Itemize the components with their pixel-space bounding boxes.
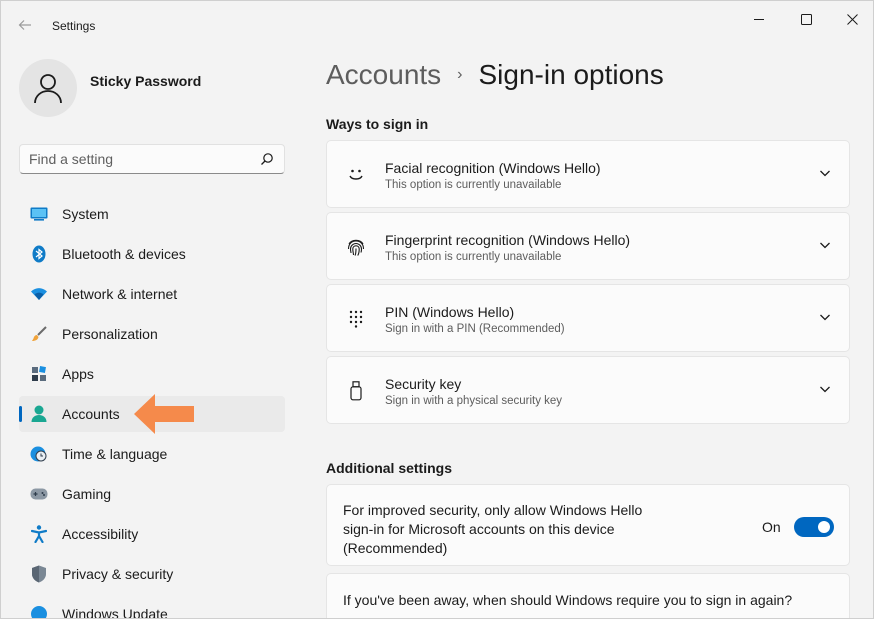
sidebar-item-accessibility[interactable]: Accessibility (19, 516, 285, 552)
search-icon[interactable] (260, 152, 274, 166)
chevron-down-icon (820, 386, 830, 393)
sidebar-item-privacy[interactable]: Privacy & security (19, 556, 285, 592)
sidebar-item-time-language[interactable]: Time & language (19, 436, 285, 472)
require-sign-in-setting[interactable]: If you've been away, when should Windows… (326, 573, 850, 618)
back-button[interactable] (13, 13, 37, 37)
security-key-option[interactable]: Security key Sign in with a physical sec… (326, 356, 850, 424)
option-subtitle: This option is currently unavailable (385, 251, 562, 263)
controller-icon (29, 484, 49, 504)
user-profile[interactable]: Sticky Password (19, 59, 201, 117)
wifi-icon (29, 284, 49, 304)
option-title: Facial recognition (Windows Hello) (385, 160, 601, 176)
maximize-icon (800, 13, 812, 25)
page-title: Sign-in options (478, 59, 664, 90)
option-title: Fingerprint recognition (Windows Hello) (385, 232, 631, 248)
minimize-button[interactable] (737, 5, 781, 33)
breadcrumb-separator: › (457, 66, 463, 83)
sidebar-item-label: Network & internet (62, 286, 178, 302)
windows-hello-only-setting: For improved security, only allow Window… (326, 484, 850, 566)
brush-icon (29, 324, 49, 344)
system-icon (29, 204, 49, 224)
accessibility-icon (29, 524, 49, 544)
user-icon (34, 74, 62, 104)
close-button[interactable] (830, 5, 873, 33)
title-bar: Settings (1, 1, 873, 49)
sidebar-item-label: Privacy & security (62, 566, 174, 582)
setting-description: If you've been away, when should Windows… (343, 592, 793, 608)
usb-key-icon (345, 379, 367, 403)
sidebar-item-label: Accounts (62, 406, 120, 422)
back-arrow-icon (18, 20, 31, 30)
sidebar-item-personalization[interactable]: Personalization (19, 316, 285, 352)
chevron-down-icon (820, 170, 830, 177)
windows-hello-only-toggle[interactable] (794, 517, 834, 537)
sidebar-item-label: Personalization (62, 326, 158, 342)
annotation-arrow-icon (134, 394, 194, 434)
face-icon (345, 163, 367, 187)
ways-to-sign-in-heading: Ways to sign in (326, 116, 429, 132)
app-title: Settings (52, 19, 96, 33)
update-icon (29, 604, 49, 618)
sidebar-item-windows-update[interactable]: Windows Update (19, 596, 285, 619)
sidebar-item-label: System (62, 206, 109, 222)
breadcrumb-accounts-link[interactable]: Accounts (326, 59, 441, 91)
accounts-icon (29, 404, 49, 424)
chevron-down-icon (820, 242, 830, 249)
option-subtitle: Sign in with a physical security key (385, 395, 563, 407)
search-box[interactable] (19, 144, 285, 174)
sidebar-item-label: Accessibility (62, 526, 139, 542)
sidebar-item-label: Windows Update (62, 606, 168, 619)
sidebar-item-gaming[interactable]: Gaming (19, 476, 285, 512)
additional-settings-heading: Additional settings (326, 460, 452, 476)
option-title: PIN (Windows Hello) (385, 304, 515, 320)
toggle-state-label: On (762, 519, 781, 535)
shield-icon (29, 564, 49, 584)
maximize-button[interactable] (784, 5, 828, 33)
clock-globe-icon (29, 444, 49, 464)
settings-window: Settings Sticky Password Find a setting … (0, 0, 874, 619)
sidebar-item-label: Apps (62, 366, 94, 382)
profile-name: Sticky Password (90, 73, 202, 89)
bluetooth-icon (29, 244, 49, 264)
search-input[interactable] (29, 150, 254, 168)
pin-option[interactable]: PIN (Windows Hello) Sign in with a PIN (… (326, 284, 850, 352)
pin-keypad-icon (345, 307, 367, 331)
facial-recognition-option[interactable]: Facial recognition (Windows Hello) This … (326, 140, 850, 208)
breadcrumb: Accounts › Sign-in options (326, 59, 664, 91)
setting-description: For improved security, only allow Window… (343, 502, 643, 556)
toggle-knob (818, 521, 830, 533)
avatar (19, 59, 77, 117)
fingerprint-icon (345, 235, 367, 259)
close-icon (846, 13, 858, 25)
option-title: Security key (385, 376, 462, 392)
sidebar-item-label: Bluetooth & devices (62, 246, 186, 262)
chevron-down-icon (820, 314, 830, 321)
sidebar-item-bluetooth[interactable]: Bluetooth & devices (19, 236, 285, 272)
minimize-icon (754, 19, 764, 20)
fingerprint-recognition-option[interactable]: Fingerprint recognition (Windows Hello) … (326, 212, 850, 280)
sidebar-item-system[interactable]: System (19, 196, 285, 232)
sidebar-item-network[interactable]: Network & internet (19, 276, 285, 312)
option-subtitle: This option is currently unavailable (385, 179, 562, 191)
option-subtitle: Sign in with a PIN (Recommended) (385, 323, 565, 335)
sidebar-item-apps[interactable]: Apps (19, 356, 285, 392)
apps-icon (29, 364, 49, 384)
sidebar-item-label: Gaming (62, 486, 112, 502)
sidebar-item-label: Time & language (62, 446, 168, 462)
